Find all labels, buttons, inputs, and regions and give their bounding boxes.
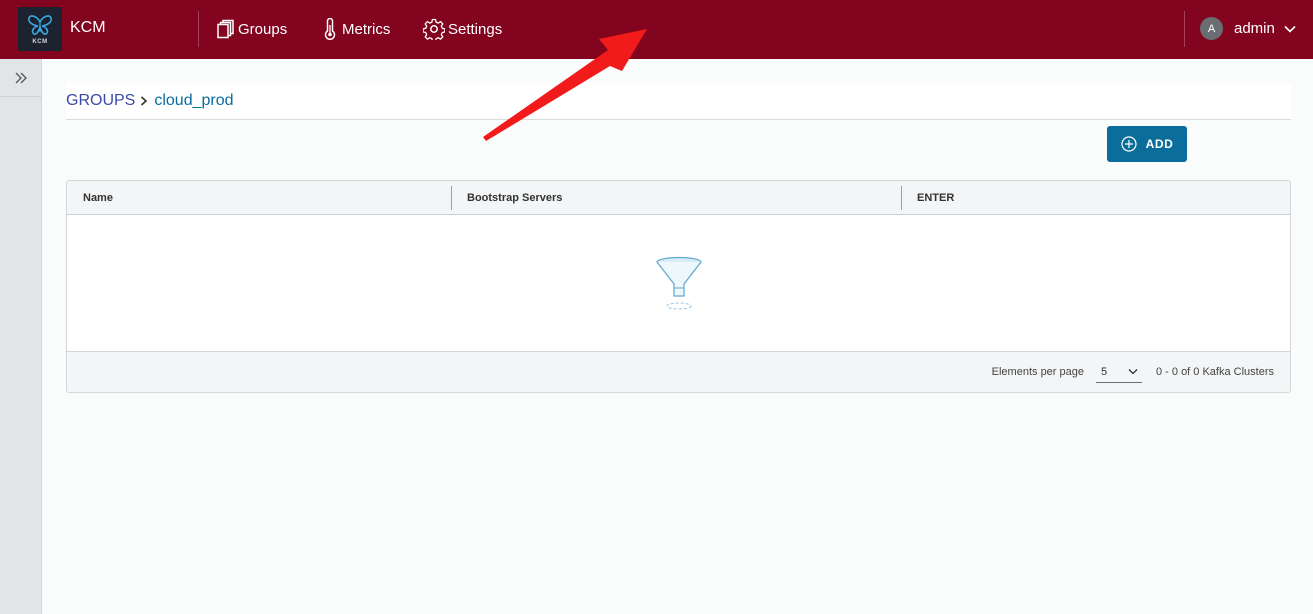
double-chevron-right-icon (15, 72, 27, 83)
nav-groups[interactable]: Groups (217, 18, 287, 40)
logo-text: KCM (32, 38, 48, 45)
table-header: Name Bootstrap Servers ENTER (67, 181, 1290, 215)
empty-filter-icon (655, 256, 702, 309)
column-resizer[interactable] (451, 186, 452, 210)
column-header-enter[interactable]: ENTER (917, 181, 954, 214)
table-footer: Elements per page 5 0 - 0 of 0 Kafka Clu… (67, 351, 1290, 392)
chevron-down-icon (1284, 25, 1296, 33)
groups-icon (217, 19, 234, 39)
chevron-down-icon (1128, 369, 1138, 375)
nav-groups-label: Groups (238, 20, 288, 38)
empty-placeholder (67, 215, 1290, 352)
per-page-select[interactable]: 5 (1096, 361, 1142, 383)
nav-settings[interactable]: Settings (423, 18, 502, 40)
column-header-bootstrap-servers[interactable]: Bootstrap Servers (467, 181, 562, 214)
avatar: A (1200, 17, 1223, 40)
add-button-label: ADD (1145, 137, 1174, 151)
add-button[interactable]: ADD (1107, 126, 1187, 162)
column-header-name[interactable]: Name (83, 181, 113, 214)
header-divider (198, 11, 199, 47)
breadcrumb-groups-link[interactable]: GROUPS (66, 92, 135, 110)
nav-settings-label: Settings (448, 20, 503, 38)
sidenav-expand-button[interactable] (0, 59, 42, 97)
nav-metrics-label: Metrics (342, 20, 391, 38)
nav-metrics[interactable]: Metrics (321, 18, 390, 40)
top-header: KCM KCM Groups Metrics Settings A admin (0, 0, 1313, 59)
thermometer-icon (324, 18, 336, 40)
breadcrumb-current: cloud_prod (154, 92, 234, 109)
pagination-range: 0 - 0 of 0 Kafka Clusters (1156, 366, 1274, 378)
app-logo[interactable]: KCM (18, 7, 62, 51)
side-nav (0, 59, 42, 614)
chevron-right-icon (141, 96, 148, 106)
header-divider-right (1184, 11, 1185, 47)
app-title[interactable]: KCM (70, 19, 106, 37)
user-menu[interactable]: A admin (1200, 17, 1296, 40)
gear-icon (423, 18, 445, 40)
column-resizer[interactable] (901, 186, 902, 210)
add-circle-icon (1120, 136, 1137, 152)
user-name: admin (1234, 20, 1275, 37)
clusters-table: Name Bootstrap Servers ENTER Elements pe… (66, 180, 1291, 393)
per-page-value: 5 (1101, 365, 1108, 378)
breadcrumb: GROUPS cloud_prod (66, 83, 1291, 120)
butterfly-icon (28, 14, 52, 35)
main-content: GROUPS cloud_prod ADD Name Bootstrap Ser… (42, 59, 1313, 614)
per-page-label: Elements per page (991, 366, 1084, 378)
